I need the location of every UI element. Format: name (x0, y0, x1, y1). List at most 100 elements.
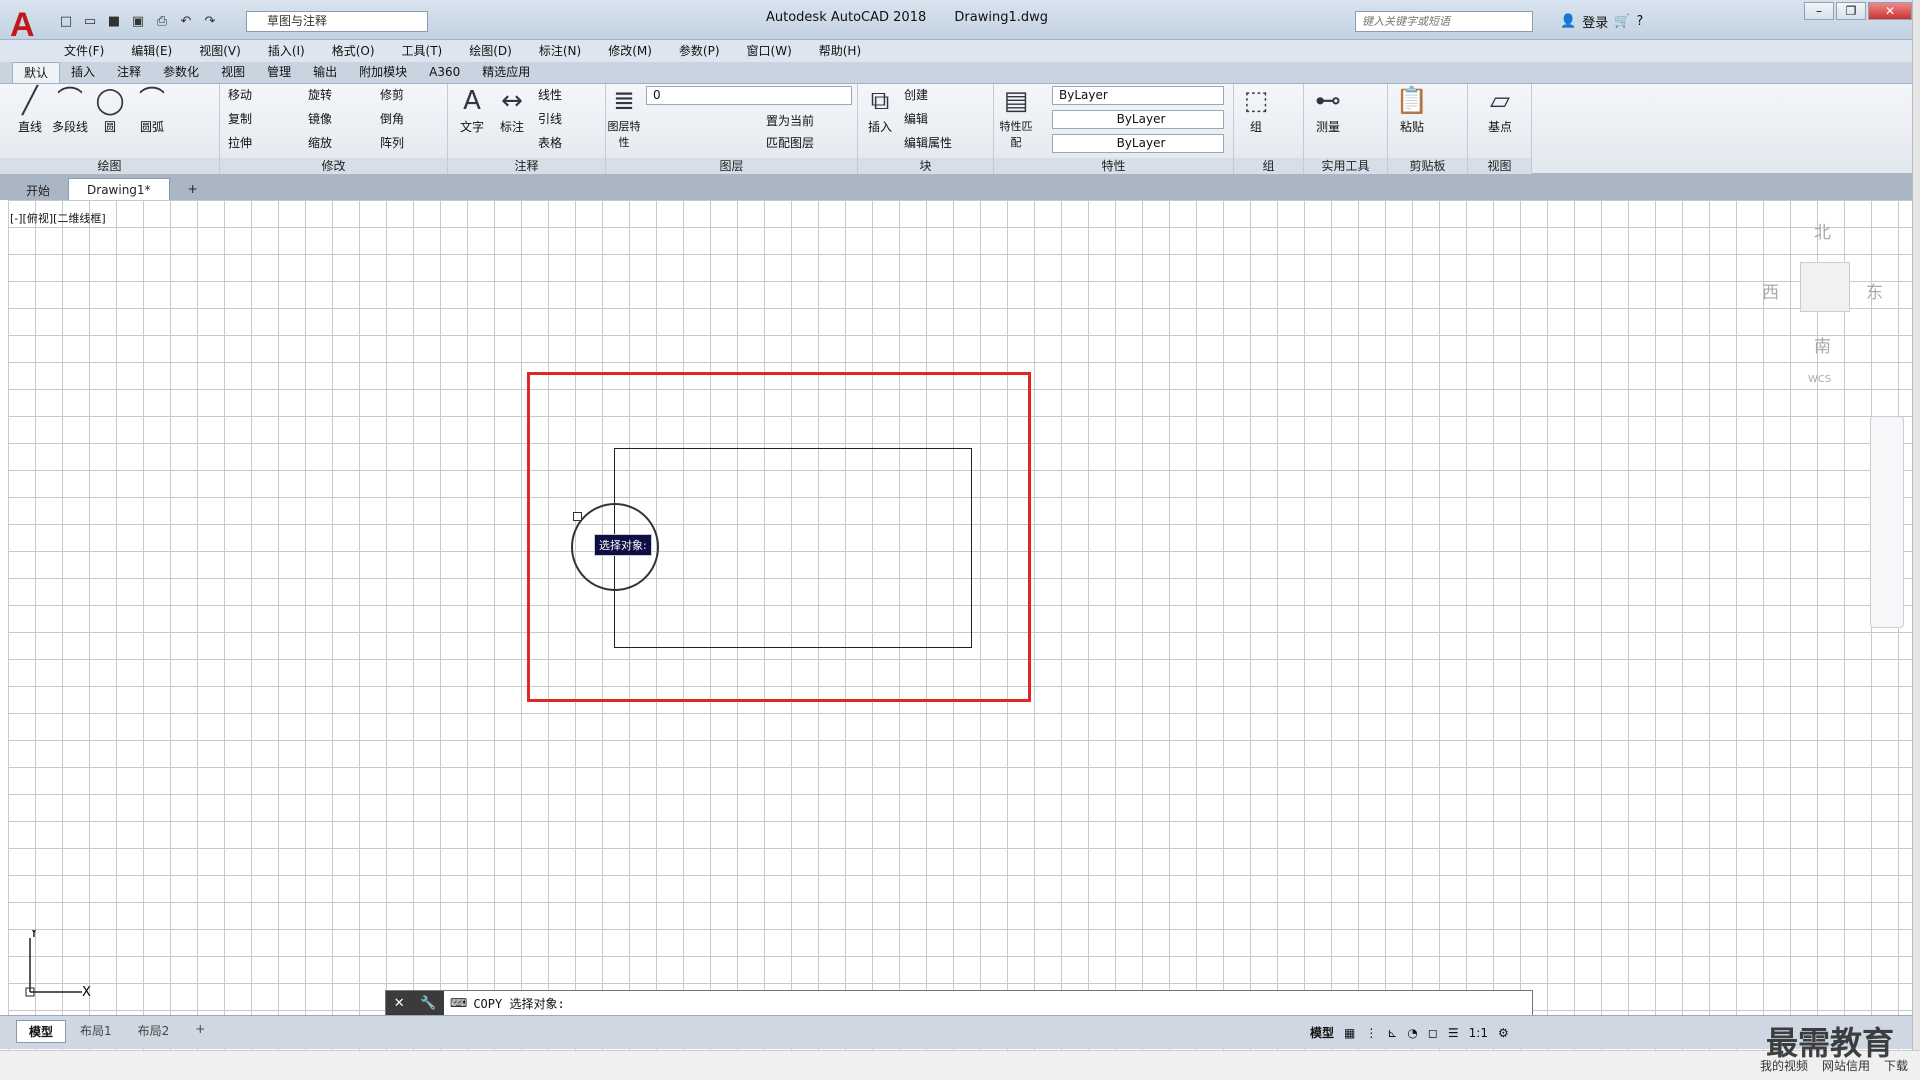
menu-format[interactable]: 格式(O) (332, 40, 375, 62)
menu-tools[interactable]: 工具(T) (402, 40, 443, 62)
workspace-selector[interactable]: 草图与注释 (246, 11, 428, 32)
add-layout-button[interactable]: + (183, 1020, 217, 1043)
mirror-button[interactable]: 镜像 (308, 110, 332, 127)
set-current-button[interactable]: 置为当前 (766, 112, 814, 129)
table-button[interactable]: 表格 (538, 134, 562, 151)
cart-icon[interactable]: 🛒 (1614, 14, 1630, 29)
lineweight-combo[interactable]: ByLayer (1052, 134, 1224, 153)
viewcube-south[interactable]: 南 (1814, 332, 1831, 357)
command-prompt[interactable]: COPY 选择对象: (467, 995, 564, 1012)
wcs-menu[interactable]: WCS (1808, 374, 1831, 385)
saveas-icon[interactable]: ▣ (128, 12, 148, 30)
help-icon[interactable]: ? (1636, 14, 1643, 29)
match-layer-button[interactable]: 匹配图层 (766, 134, 814, 151)
new-tab-button[interactable]: + (170, 178, 216, 200)
polyline-button[interactable]: ⌒ 多段线 (50, 84, 90, 135)
panel-clipboard-title[interactable]: 剪贴板 (1388, 158, 1467, 174)
viewcube-east[interactable]: 东 (1866, 278, 1883, 303)
recent-commands-icon[interactable]: ⌨ (444, 996, 467, 1010)
new-icon[interactable]: □ (56, 12, 76, 30)
menu-modify[interactable]: 修改(M) (608, 40, 652, 62)
viewport-label[interactable]: [-][俯视][二维线框] (10, 210, 106, 226)
group-button[interactable]: ⬚ 组 (1236, 84, 1276, 135)
tab-start[interactable]: 开始 (8, 178, 68, 200)
layer-combo[interactable]: 0 (646, 86, 852, 105)
minimize-button[interactable]: – (1804, 2, 1834, 20)
tab-view[interactable]: 视图 (210, 62, 256, 83)
move-button[interactable]: 移动 (228, 86, 252, 103)
linear-button[interactable]: 线性 (538, 86, 562, 103)
viewcube-top-face[interactable] (1800, 262, 1850, 312)
menu-view[interactable]: 视图(V) (199, 40, 241, 62)
arc-button[interactable]: ⌒ 圆弧 (132, 84, 172, 135)
measure-button[interactable]: ⊷ 测量 (1308, 84, 1348, 135)
trim-button[interactable]: 修剪 (380, 86, 404, 103)
panel-block-title[interactable]: 块 (858, 158, 993, 174)
tab-default[interactable]: 默认 (12, 62, 61, 83)
lineweight-icon[interactable]: ☰ (1448, 1026, 1459, 1040)
linetype-combo[interactable]: ByLayer (1052, 110, 1224, 129)
create-block-button[interactable]: 创建 (904, 86, 928, 103)
customize-cmd-icon[interactable]: 🔧 (420, 996, 436, 1011)
grid-icon[interactable]: ▦ (1344, 1026, 1355, 1040)
line-button[interactable]: ╱ 直线 (10, 84, 50, 135)
tab-output[interactable]: 输出 (302, 62, 348, 83)
viewcube[interactable]: 北 西 东 南 WCS (1762, 218, 1883, 398)
text-button[interactable]: A 文字 (452, 84, 492, 135)
panel-view-title[interactable]: 视图 (1468, 158, 1531, 174)
menu-window[interactable]: 窗口(W) (747, 40, 792, 62)
panel-draw-title[interactable]: 绘图 (0, 158, 219, 174)
base-button[interactable]: ▱ 基点 (1480, 84, 1520, 135)
navigation-bar[interactable] (1870, 416, 1904, 628)
array-button[interactable]: 阵列 (380, 134, 404, 151)
tab-drawing1[interactable]: Drawing1* (68, 178, 170, 200)
undo-icon[interactable]: ↶ (176, 12, 196, 30)
panel-properties-title[interactable]: 特性 (994, 158, 1233, 174)
viewcube-north[interactable]: 北 (1814, 218, 1831, 243)
insert-button[interactable]: ⧉ 插入 (860, 84, 900, 135)
close-button[interactable]: ✕ (1868, 2, 1912, 20)
panel-groups-title[interactable]: 组 (1234, 158, 1303, 174)
close-cmd-icon[interactable]: ✕ (394, 996, 405, 1011)
panel-layers-title[interactable]: 图层 (606, 158, 857, 174)
login-label[interactable]: 登录 (1582, 12, 1608, 31)
edit-attr-button[interactable]: 编辑属性 (904, 134, 952, 151)
circle-button[interactable]: ◯ 圆 (90, 84, 130, 135)
save-icon[interactable]: ■ (104, 12, 124, 30)
login-area[interactable]: 👤 登录 🛒 ? (1560, 12, 1643, 31)
command-line[interactable]: ✕ 🔧 ⌨ COPY 选择对象: (385, 990, 1533, 1016)
annotation-scale-button[interactable]: 1:1 (1469, 1026, 1488, 1040)
copy-button[interactable]: 复制 (228, 110, 252, 127)
inner-rectangle[interactable] (614, 448, 972, 648)
redo-icon[interactable]: ↷ (200, 12, 220, 30)
viewcube-west[interactable]: 西 (1762, 278, 1779, 303)
edit-block-button[interactable]: 编辑 (904, 110, 928, 127)
polar-icon[interactable]: ◔ (1407, 1026, 1417, 1040)
ortho-icon[interactable]: ⊾ (1387, 1026, 1397, 1040)
menu-help[interactable]: 帮助(H) (819, 40, 861, 62)
scale-button[interactable]: 缩放 (308, 134, 332, 151)
rotate-button[interactable]: 旋转 (308, 86, 332, 103)
snap-icon[interactable]: ⋮ (1365, 1026, 1377, 1040)
panel-utilities-title[interactable]: 实用工具 (1304, 158, 1387, 174)
right-edge-scrollbar[interactable] (1912, 0, 1920, 1050)
menu-dimension[interactable]: 标注(N) (539, 40, 581, 62)
tab-featured[interactable]: 精选应用 (471, 62, 541, 83)
menu-draw[interactable]: 绘图(D) (469, 40, 512, 62)
autocad-logo-icon[interactable]: A (10, 8, 48, 42)
paste-button[interactable]: 📋 粘贴 (1392, 84, 1432, 135)
plot-icon[interactable]: ⎙ (152, 12, 172, 30)
panel-annotation-title[interactable]: 注释 (448, 158, 605, 174)
tab-a360[interactable]: A360 (418, 62, 471, 83)
tab-parametric[interactable]: 参数化 (152, 62, 210, 83)
search-input[interactable]: 键入关键字或短语 (1355, 11, 1533, 32)
restore-button[interactable]: ❐ (1836, 2, 1866, 20)
panel-modify-title[interactable]: 修改 (220, 158, 447, 174)
fillet-button[interactable]: 倒角 (380, 110, 404, 127)
menu-parametric[interactable]: 参数(P) (679, 40, 720, 62)
open-icon[interactable]: ▭ (80, 12, 100, 30)
model-space-button[interactable]: 模型 (1310, 1024, 1334, 1041)
color-combo[interactable]: ByLayer (1052, 86, 1224, 105)
tab-model[interactable]: 模型 (16, 1020, 67, 1043)
menu-edit[interactable]: 编辑(E) (131, 40, 172, 62)
